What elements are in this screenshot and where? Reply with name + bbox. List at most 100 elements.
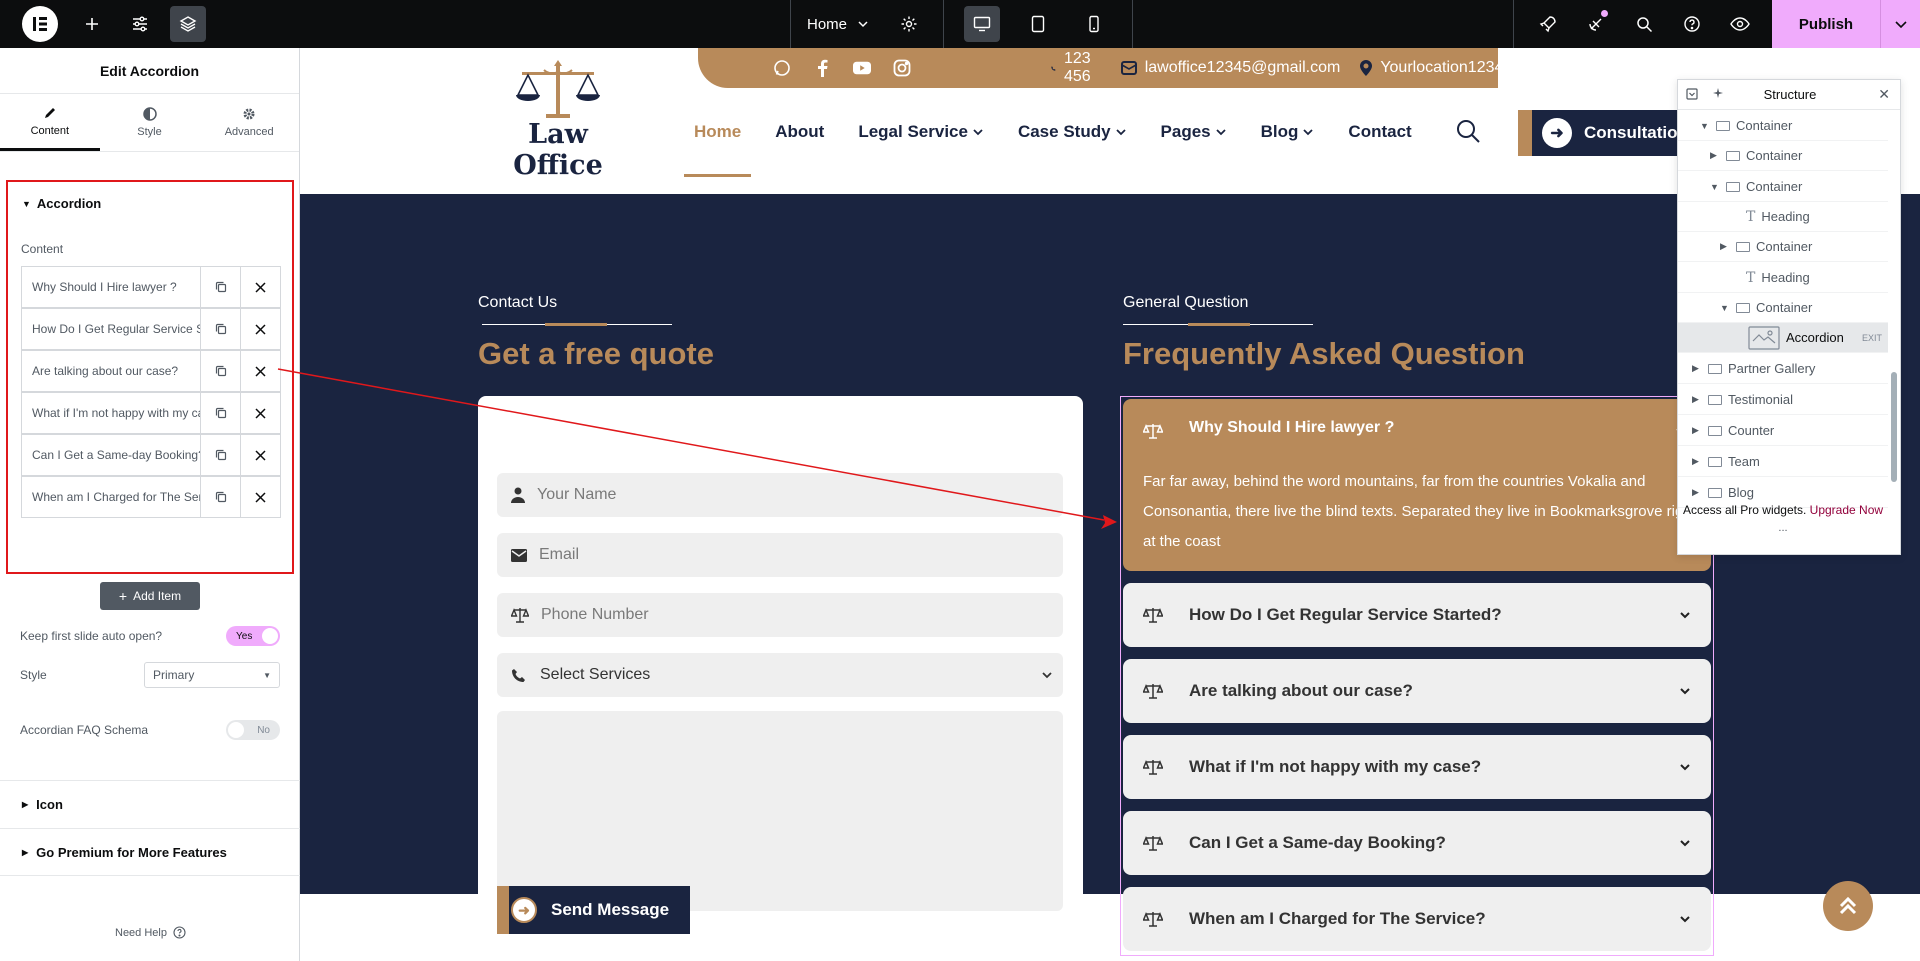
structure-row[interactable]: ▶ Testimonial bbox=[1678, 385, 1888, 415]
email-info[interactable]: lawoffice12345@gmail.com bbox=[1120, 59, 1340, 77]
accordion-item[interactable]: Can I Get a Same-day Booking? bbox=[1123, 811, 1711, 875]
location-info[interactable]: Yourlocation1234 bbox=[1360, 59, 1503, 77]
duplicate-icon[interactable] bbox=[200, 393, 240, 433]
nav-item-contact[interactable]: Contact bbox=[1348, 122, 1411, 142]
accordion-item[interactable]: How Do I Get Regular Service Started? bbox=[1123, 583, 1711, 647]
icon-section-toggle[interactable]: ▶ Icon bbox=[0, 780, 300, 828]
structure-row[interactable]: ▼ Container bbox=[1678, 172, 1888, 202]
auto-open-toggle[interactable]: Yes bbox=[226, 626, 280, 646]
structure-row[interactable]: ▶ Partner Gallery bbox=[1678, 354, 1888, 384]
facebook-icon[interactable] bbox=[813, 59, 831, 77]
nav-label: Contact bbox=[1348, 122, 1412, 141]
content-label: Content bbox=[21, 242, 64, 256]
notifications-icon[interactable] bbox=[1572, 0, 1620, 48]
phone-field[interactable]: Phone Number bbox=[497, 593, 1063, 637]
section-toggle[interactable]: ▼ Accordion bbox=[22, 196, 101, 211]
remove-icon[interactable] bbox=[240, 267, 280, 307]
tablet-device-icon[interactable] bbox=[1010, 0, 1066, 48]
accordion-item[interactable]: What if I'm not happy with my case? bbox=[1123, 735, 1711, 799]
instagram-icon[interactable] bbox=[893, 59, 911, 77]
remove-icon[interactable] bbox=[240, 351, 280, 391]
scroll-to-top-button[interactable] bbox=[1823, 881, 1873, 931]
accordion-item-open[interactable]: Why Should I Hire lawyer ? Far far away,… bbox=[1123, 399, 1711, 571]
phone-info[interactable]: +0 123 456 789 bbox=[1051, 48, 1101, 104]
desktop-device-icon[interactable] bbox=[954, 0, 1010, 48]
accordion-item[interactable]: When am I Charged for The Service? bbox=[1123, 887, 1711, 951]
accordion-item[interactable]: Are talking about our case? bbox=[1123, 659, 1711, 723]
structure-row[interactable]: T Heading bbox=[1678, 263, 1888, 293]
nav-item-case-study[interactable]: Case Study bbox=[1018, 122, 1127, 142]
structure-row-selected[interactable]: Accordion EXIT bbox=[1678, 323, 1888, 353]
nav-item-about[interactable]: About bbox=[775, 122, 824, 142]
site-logo[interactable]: Law Office bbox=[488, 58, 628, 181]
consultation-button[interactable]: ➜ Consultation bbox=[1518, 110, 1698, 156]
structure-row[interactable]: ▶ Container bbox=[1678, 232, 1888, 262]
duplicate-icon[interactable] bbox=[200, 477, 240, 517]
need-help-link[interactable]: Need Help bbox=[115, 926, 186, 939]
repeater-item[interactable]: Can I Get a Same-day Booking? bbox=[21, 434, 281, 476]
site-settings-icon[interactable] bbox=[116, 0, 164, 48]
accordion-question: How Do I Get Regular Service Started? bbox=[1189, 605, 1502, 624]
help-icon[interactable] bbox=[1668, 0, 1716, 48]
tab-style[interactable]: Style bbox=[100, 94, 200, 151]
mobile-device-icon[interactable] bbox=[1066, 0, 1122, 48]
structure-row[interactable]: ▶ Container bbox=[1678, 141, 1888, 171]
duplicate-icon[interactable] bbox=[200, 309, 240, 349]
duplicate-icon[interactable] bbox=[200, 267, 240, 307]
repeater-item-title[interactable]: What if I'm not happy with my case? bbox=[22, 393, 200, 433]
page-settings-gear-icon[interactable] bbox=[885, 0, 933, 48]
publish-options-chevron-icon[interactable] bbox=[1880, 0, 1920, 48]
structure-row[interactable]: ▼ Container bbox=[1678, 293, 1888, 323]
nav-item-home[interactable]: Home bbox=[694, 122, 741, 142]
rocket-icon[interactable] bbox=[1524, 0, 1572, 48]
repeater-item[interactable]: What if I'm not happy with my case? bbox=[21, 392, 281, 434]
remove-icon[interactable] bbox=[240, 435, 280, 475]
repeater-item-title[interactable]: Are talking about our case? bbox=[22, 351, 200, 391]
nav-item-blog[interactable]: Blog bbox=[1261, 122, 1315, 142]
repeater-item-title[interactable]: How Do I Get Regular Service Started? bbox=[22, 309, 200, 349]
style-select[interactable]: Primary ▼ bbox=[144, 662, 280, 688]
tab-advanced[interactable]: Advanced bbox=[199, 94, 299, 151]
close-icon[interactable]: ✕ bbox=[1878, 86, 1890, 103]
whatsapp-icon[interactable] bbox=[773, 59, 791, 77]
duplicate-icon[interactable] bbox=[200, 435, 240, 475]
elementor-logo-icon[interactable] bbox=[22, 6, 58, 42]
structure-row[interactable]: ▶ Team bbox=[1678, 447, 1888, 477]
repeater-item[interactable]: How Do I Get Regular Service Started? bbox=[21, 308, 281, 350]
duplicate-icon[interactable] bbox=[200, 351, 240, 391]
message-textarea[interactable] bbox=[497, 711, 1063, 911]
site-search-icon[interactable] bbox=[1455, 118, 1481, 147]
exit-badge[interactable]: EXIT bbox=[1862, 333, 1882, 343]
youtube-icon[interactable] bbox=[853, 59, 871, 77]
structure-row[interactable]: ▼ Container bbox=[1678, 111, 1888, 141]
publish-button[interactable]: Publish bbox=[1772, 0, 1880, 48]
preview-eye-icon[interactable] bbox=[1716, 0, 1764, 48]
repeater-item[interactable]: When am I Charged for The Service? bbox=[21, 476, 281, 518]
remove-icon[interactable] bbox=[240, 309, 280, 349]
structure-scrollbar[interactable] bbox=[1890, 112, 1898, 522]
email-field[interactable]: Email bbox=[497, 533, 1063, 577]
page-selector[interactable]: Home bbox=[791, 0, 885, 48]
search-icon[interactable] bbox=[1620, 0, 1668, 48]
add-element-icon[interactable] bbox=[68, 0, 116, 48]
structure-layers-icon[interactable] bbox=[164, 0, 212, 48]
remove-icon[interactable] bbox=[240, 477, 280, 517]
repeater-item-title[interactable]: Can I Get a Same-day Booking? bbox=[22, 435, 200, 475]
repeater-item-title[interactable]: When am I Charged for The Service? bbox=[22, 477, 200, 517]
name-field[interactable]: Your Name bbox=[497, 473, 1063, 517]
tab-content[interactable]: Content bbox=[0, 94, 100, 151]
schema-toggle[interactable]: No bbox=[226, 720, 280, 740]
repeater-item-title[interactable]: Why Should I Hire lawyer ? bbox=[22, 267, 200, 307]
services-select[interactable]: Select Services bbox=[497, 653, 1063, 697]
nav-item-pages[interactable]: Pages bbox=[1161, 122, 1227, 142]
upgrade-now-link[interactable]: Upgrade Now bbox=[1810, 503, 1883, 517]
premium-section-toggle[interactable]: ▶ Go Premium for More Features bbox=[0, 828, 300, 876]
nav-item-legal-service[interactable]: Legal Service bbox=[858, 122, 984, 142]
send-message-button[interactable]: ➜ Send Message bbox=[497, 886, 690, 934]
repeater-item[interactable]: Why Should I Hire lawyer ? bbox=[21, 266, 281, 308]
structure-row[interactable]: T Heading bbox=[1678, 202, 1888, 232]
repeater-item[interactable]: Are talking about our case? bbox=[21, 350, 281, 392]
remove-icon[interactable] bbox=[240, 393, 280, 433]
add-item-button[interactable]: + Add Item bbox=[100, 582, 200, 610]
structure-row[interactable]: ▶ Counter bbox=[1678, 416, 1888, 446]
